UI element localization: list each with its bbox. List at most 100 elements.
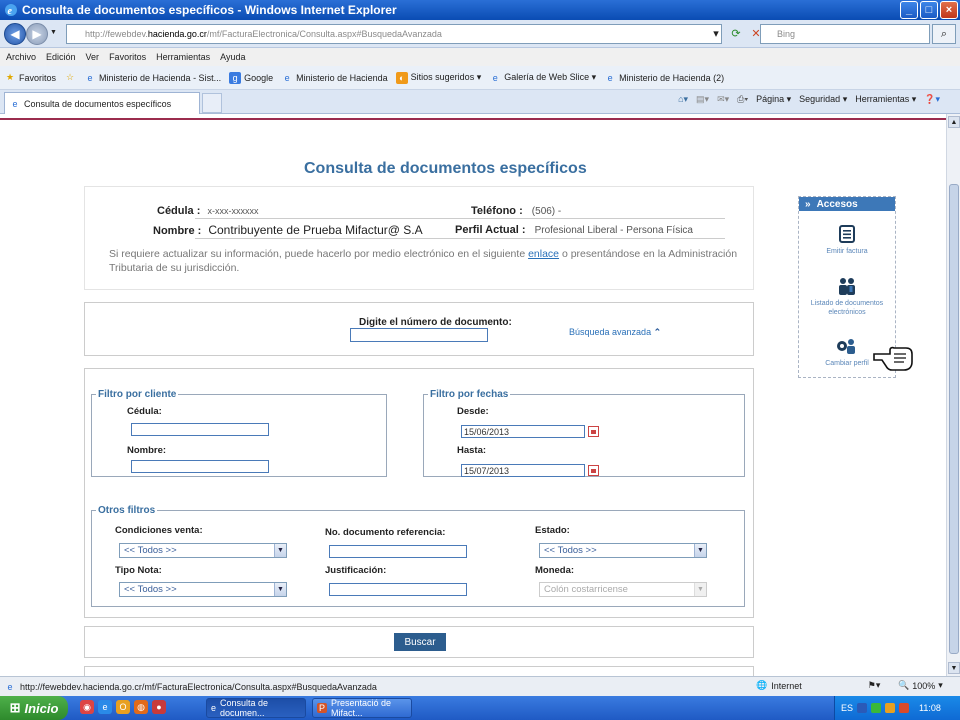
pointing-hand-cursor-icon [873,346,913,371]
accesos-header[interactable]: » Accesos [799,197,895,211]
estado-select[interactable]: << Todos >> ▼ [539,543,707,558]
scroll-thumb[interactable] [949,184,959,654]
address-input[interactable]: http://fewebdev. hacienda.go.cr/mf/Factur… [66,24,722,44]
media-icon[interactable]: ● [152,700,166,714]
acceso-label: Listado de documentos electrónicos [810,300,884,316]
search-input[interactable]: Bing [760,24,930,44]
maximize-button[interactable]: □ [920,1,938,19]
acceso-label: Cambiar perfil [825,360,869,367]
print-icon[interactable]: ⎙▾ [737,94,748,105]
volume-icon[interactable] [885,703,896,713]
firefox-icon[interactable]: ◍ [134,700,148,714]
new-tab-button[interactable] [202,93,222,113]
update-info-link[interactable]: enlace [528,248,559,260]
zone-label: Internet [771,680,802,691]
tab-consulta[interactable]: e Consulta de documentos específicos [4,92,200,114]
fav-item-sitios-sugeridos[interactable]: ◐ Sitios sugeridos ▾ [395,71,482,84]
nombre-label: Nombre : [153,225,202,237]
language-indicator[interactable]: ES [841,703,853,713]
powerpoint-icon: P [317,703,328,713]
chevron-down-icon: ▼ [274,583,286,596]
cmd-pagina[interactable]: Página ▾ [756,94,791,105]
menu-herramientas[interactable]: Herramientas [156,52,210,62]
forward-icon[interactable]: ▶ [26,23,48,45]
chevron-down-icon: ▼ [694,544,706,557]
task-consulta[interactable]: e Consulta de documen... [206,698,306,718]
zoom-control[interactable]: 🔍 100% ▾ [898,680,943,691]
minimize-button[interactable]: _ [900,1,918,19]
bluetooth-icon[interactable] [857,703,868,713]
help-icon[interactable]: ❓▾ [924,94,940,105]
doc-number-input[interactable] [350,328,488,342]
favorites-button[interactable]: ★ Favoritos [4,72,56,84]
mail-icon[interactable]: ✉▾ [717,94,729,105]
cmd-seguridad[interactable]: Seguridad ▾ [799,94,847,105]
advanced-search-label: Búsqueda avanzada [569,327,652,337]
vertical-scrollbar[interactable]: ▲ ▼ [946,114,960,676]
cmd-herramientas[interactable]: Herramientas ▾ [855,94,916,105]
tipo-nota-select[interactable]: << Todos >> ▼ [119,582,287,597]
add-favorite-icon[interactable]: ☆ [64,72,76,84]
task-presentacion[interactable]: P Presentació de Mifact... [312,698,412,718]
estado-selected: << Todos >> [544,545,597,556]
menu-archivo[interactable]: Archivo [6,52,36,62]
window-titlebar: e Consulta de documentos específicos - W… [0,0,960,20]
calendar-icon[interactable] [588,465,599,476]
svg-text:e: e [8,6,13,17]
ie-icon[interactable]: e [98,700,112,714]
outlook-icon[interactable]: O [116,700,130,714]
suggested-sites-icon: ◐ [395,71,408,84]
star-icon: ★ [5,72,15,82]
referencia-input[interactable] [329,545,467,558]
users-icon [839,278,855,295]
scroll-up-icon[interactable]: ▲ [948,116,960,128]
cedula-label: Cédula : [157,205,201,217]
fav-item-hacienda-sist[interactable]: e Ministerio de Hacienda - Sist... [84,72,222,84]
back-icon[interactable]: ◀ [4,23,26,45]
buscar-button[interactable]: Buscar [394,633,446,651]
gear-user-icon [837,339,855,354]
search-icon[interactable]: ⌕ [932,24,956,44]
clock[interactable]: 11:08 [919,703,941,713]
acceso-listado-documentos[interactable]: Listado de documentos electrónicos [799,277,895,317]
ie-page-icon: e [284,72,290,83]
fav-item-google[interactable]: g Google [229,71,273,84]
chevron-down-icon: ▾ [938,680,943,690]
chrome-icon[interactable]: ◉ [80,700,94,714]
system-tray: ES 11:08 [834,696,960,720]
menu-ver[interactable]: Ver [86,52,100,62]
fav-item-web-slice[interactable]: e Galería de Web Slice ▾ [489,72,596,84]
menu-edicion[interactable]: Edición [46,52,76,62]
menu-favoritos[interactable]: Favoritos [109,52,146,62]
start-button[interactable]: ⊞ Inicio [0,696,68,720]
address-dropdown-icon[interactable]: ▾ [708,25,724,41]
ie-page-icon: e [87,72,93,83]
url-path: /mf/FacturaElectronica/Consulta.aspx#Bus… [206,29,442,39]
fav-item-hacienda[interactable]: e Ministerio de Hacienda [281,72,388,84]
update-info-note: Si requiere actualizar su información, p… [109,247,739,275]
refresh-icon[interactable]: ⟳ [728,25,744,41]
protected-mode-icon[interactable]: ⚑▾ [868,680,881,691]
scroll-down-icon[interactable]: ▼ [948,662,960,674]
home-icon[interactable]: ⌂▾ [678,94,688,105]
client-cedula-input[interactable] [131,423,269,436]
note-text-before: Si requiere actualizar su información, p… [109,248,526,260]
date-hasta-input[interactable]: 15/07/2013 [461,464,585,477]
perfil-value: Profesional Liberal - Persona Física [534,225,693,236]
calendar-icon[interactable] [588,426,599,437]
acceso-emitir-factura[interactable]: Emitir factura [799,225,895,256]
fav-item-hacienda-2[interactable]: e Ministerio de Hacienda (2) [604,72,725,84]
menu-ayuda[interactable]: Ayuda [220,52,245,62]
client-nombre-input[interactable] [131,460,269,473]
network-icon[interactable] [899,703,910,713]
advanced-search-link[interactable]: Búsqueda avanzada ⌃ [569,327,661,338]
date-desde-input[interactable]: 15/06/2013 [461,425,585,438]
fav-item-label: Sitios sugeridos ▾ [410,72,482,82]
condiciones-select[interactable]: << Todos >> ▼ [119,543,287,558]
close-button[interactable]: × [940,1,958,19]
feeds-icon[interactable]: ▤▾ [696,94,709,105]
shield-icon[interactable] [871,703,882,713]
menu-bar: Archivo Edición Ver Favoritos Herramient… [0,48,960,66]
justificacion-input[interactable] [329,583,467,596]
history-dropdown-icon[interactable]: ▼ [50,29,57,36]
